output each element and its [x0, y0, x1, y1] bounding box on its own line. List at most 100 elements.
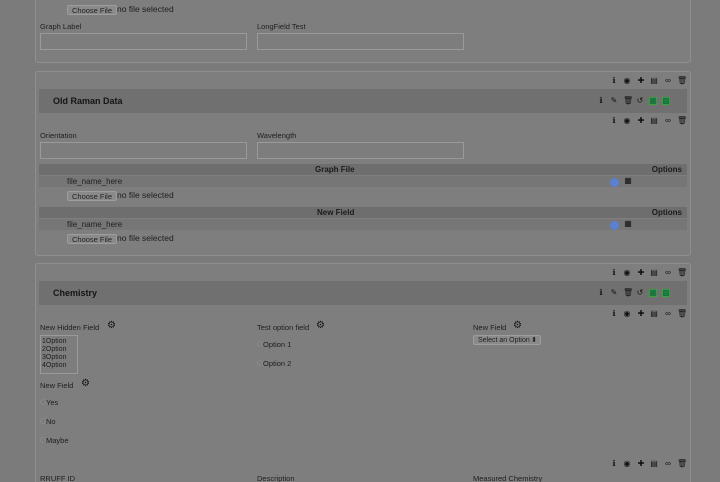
section-header-bar: Old Raman Data ℹ ✎ 🗑 ↺ ▦ ▩ [39, 89, 687, 113]
list-item[interactable]: 1Option [42, 338, 76, 346]
graph-file-table-header: Graph File Options [39, 164, 687, 175]
chart-icon[interactable]: ▦ [649, 97, 657, 105]
rruff-id-label: RRUFF ID [40, 474, 75, 482]
gear-icon[interactable]: ⚙ [316, 321, 326, 331]
hidden-field-label: New Hidden Field [40, 323, 100, 332]
info-icon[interactable]: ℹ [610, 77, 618, 85]
info-icon[interactable]: ℹ [597, 289, 605, 297]
eye-icon[interactable]: ◉ [623, 310, 631, 318]
table-icon[interactable]: ▤ [650, 117, 658, 125]
globe-icon[interactable] [610, 178, 619, 187]
gear-icon[interactable]: ⚙ [107, 321, 117, 331]
globe-icon[interactable] [610, 221, 619, 230]
trash-icon[interactable]: 🗑 [677, 117, 687, 125]
new-field-table-header: New Field Options [39, 207, 687, 218]
link-icon[interactable]: ∞ [664, 460, 672, 468]
graph-label-input[interactable] [40, 33, 247, 50]
list-item[interactable]: 4Option [42, 362, 76, 370]
section-title: Chemistry [53, 288, 98, 298]
chemistry-panel: ℹ ◉ ✚ ▤ ∞ 🗑 Chemistry ℹ ✎ 🗑 ↺ ▦ ▩ ℹ ◉ ✚ … [35, 263, 691, 482]
grid-icon[interactable]: ▩ [662, 97, 670, 105]
eye-icon[interactable]: ◉ [623, 77, 631, 85]
radio-label: Option 2 [263, 359, 292, 368]
new-field-radio-label: New Field [40, 381, 74, 390]
trash-icon[interactable]: 🗑 [677, 460, 687, 468]
info-icon[interactable]: ℹ [610, 460, 618, 468]
trash-icon[interactable]: 🗑 [677, 269, 687, 277]
file-name: file_name_here [67, 177, 123, 186]
chevron-down-icon: ⬍ [531, 337, 537, 344]
undo-icon[interactable]: ↺ [636, 97, 644, 105]
top-panel: Choose File no file selected Graph Label… [35, 0, 691, 63]
column-header: Options [651, 165, 682, 174]
trash-icon[interactable]: 🗑 [677, 77, 687, 85]
plus-icon[interactable]: ✚ [637, 77, 645, 85]
column-header: New Field [317, 208, 355, 217]
table-icon[interactable]: ▤ [650, 77, 658, 85]
section-header-bar: Chemistry ℹ ✎ 🗑 ↺ ▦ ▩ [39, 281, 687, 305]
wavelength-input[interactable] [257, 142, 464, 159]
table-row: file_name_here ▦ [39, 176, 687, 187]
edit-icon[interactable]: ✎ [610, 97, 618, 105]
old-raman-panel: ℹ ◉ ✚ ▤ ∞ 🗑 Old Raman Data ℹ ✎ 🗑 ↺ ▦ ▩ ℹ… [35, 71, 691, 256]
gear-icon[interactable]: ⚙ [81, 379, 91, 389]
link-icon[interactable]: ∞ [664, 77, 672, 85]
undo-icon[interactable]: ↺ [636, 289, 644, 297]
calendar-icon[interactable]: ▦ [624, 177, 632, 185]
info-icon[interactable]: ℹ [610, 117, 618, 125]
plus-icon[interactable]: ✚ [637, 117, 645, 125]
file-status: no file selected [117, 4, 174, 14]
trash-icon[interactable]: 🗑 [623, 289, 633, 297]
table-row: file_name_here ▦ [39, 219, 687, 230]
column-header: Graph File [315, 165, 355, 174]
file-status: no file selected [117, 190, 174, 200]
test-option-label: Test option field [257, 323, 310, 332]
link-icon[interactable]: ∞ [664, 269, 672, 277]
orientation-input[interactable] [40, 142, 247, 159]
longfield-input[interactable] [257, 33, 464, 50]
graph-label-field-label: Graph Label [40, 22, 82, 31]
eye-icon[interactable]: ◉ [623, 117, 631, 125]
table-icon[interactable]: ▤ [650, 269, 658, 277]
gear-icon[interactable]: ⚙ [513, 321, 523, 331]
edit-icon[interactable]: ✎ [610, 289, 618, 297]
choose-file-button[interactable]: Choose File [67, 5, 118, 15]
radio-label: Option 1 [263, 340, 292, 349]
measured-chemistry-label: Measured Chemistry [473, 474, 543, 482]
select-value: Select an Option [478, 337, 530, 344]
choose-file-button[interactable]: Choose File [67, 191, 118, 201]
link-icon[interactable]: ∞ [664, 117, 672, 125]
radio-label: No [46, 417, 56, 426]
trash-icon[interactable]: 🗑 [623, 97, 633, 105]
eye-icon[interactable]: ◉ [623, 269, 631, 277]
file-status: no file selected [117, 233, 174, 243]
new-field-select[interactable]: Select an Option ⬍ [473, 335, 541, 345]
grid-icon[interactable]: ▩ [662, 289, 670, 297]
wavelength-label: Wavelength [257, 131, 297, 140]
file-name: file_name_here [67, 220, 123, 229]
plus-icon[interactable]: ✚ [637, 310, 645, 318]
plus-icon[interactable]: ✚ [637, 269, 645, 277]
column-header: Options [651, 208, 682, 217]
list-item[interactable]: 3Option [42, 354, 76, 362]
table-icon[interactable]: ▤ [650, 310, 658, 318]
list-item[interactable]: 2Option [42, 346, 76, 354]
radio-label: Yes [46, 398, 59, 407]
info-icon[interactable]: ℹ [610, 269, 618, 277]
chart-icon[interactable]: ▦ [649, 289, 657, 297]
description-label: Description [257, 474, 295, 482]
table-icon[interactable]: ▤ [650, 460, 658, 468]
link-icon[interactable]: ∞ [664, 310, 672, 318]
eye-icon[interactable]: ◉ [623, 460, 631, 468]
section-title: Old Raman Data [53, 96, 123, 106]
radio-label: Maybe [46, 436, 69, 445]
info-icon[interactable]: ℹ [610, 310, 618, 318]
choose-file-button[interactable]: Choose File [67, 234, 118, 244]
trash-icon[interactable]: 🗑 [677, 310, 687, 318]
orientation-label: Orientation [40, 131, 77, 140]
info-icon[interactable]: ℹ [597, 97, 605, 105]
plus-icon[interactable]: ✚ [637, 460, 645, 468]
longfield-label: LongField Test [257, 22, 306, 31]
calendar-icon[interactable]: ▦ [624, 220, 632, 228]
hidden-field-listbox[interactable]: 1Option 2Option 3Option 4Option [40, 335, 78, 374]
